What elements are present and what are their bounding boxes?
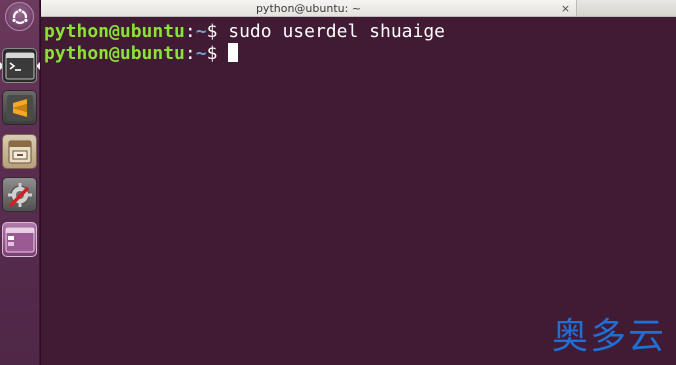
launcher-terminal[interactable]: [2, 48, 37, 83]
dash-button[interactable]: [5, 2, 34, 31]
launcher-system-settings[interactable]: [2, 177, 37, 212]
workspace-switcher-icon: [5, 227, 34, 252]
launcher-workspace-switcher[interactable]: [2, 222, 37, 257]
prompt-separator: :: [184, 43, 196, 64]
prompt-path: ~: [195, 43, 207, 64]
terminal-line: python@ubuntu:~$: [44, 43, 676, 65]
launcher-file-manager[interactable]: [2, 134, 37, 169]
close-icon: ×: [560, 2, 571, 15]
close-button[interactable]: ×: [559, 2, 572, 15]
prompt-symbol: $: [206, 21, 218, 42]
settings-tools-icon: [7, 182, 32, 207]
command-text: sudo userdel shuaige: [217, 21, 445, 42]
launcher-sublime-text[interactable]: [2, 90, 37, 125]
command-text: [217, 43, 228, 64]
prompt-symbol: $: [206, 43, 218, 64]
desktop-screen: python@ubuntu: ~ × python@ubuntu:~$ sudo…: [0, 0, 676, 365]
file-cabinet-icon: [8, 140, 31, 163]
adjacent-window-titlebar[interactable]: [576, 0, 676, 17]
ubuntu-logo-icon: [11, 7, 28, 24]
sublime-text-icon: [6, 94, 33, 121]
terminal-view[interactable]: python@ubuntu:~$ sudo userdel shuaige py…: [41, 17, 676, 365]
window-title: python@ubuntu: ~: [255, 2, 362, 15]
terminal-line: python@ubuntu:~$ sudo userdel shuaige: [44, 21, 676, 43]
prompt-user: python@ubuntu: [44, 21, 185, 42]
watermark-logo: 奥多云: [551, 316, 666, 357]
text-cursor: [228, 43, 239, 62]
prompt-separator: :: [184, 21, 196, 42]
prompt-user: python@ubuntu: [44, 43, 185, 64]
window-titlebar[interactable]: python@ubuntu: ~ ×: [41, 0, 576, 17]
terminal-icon: [5, 52, 34, 79]
unity-launcher: [0, 0, 40, 365]
prompt-path: ~: [195, 21, 207, 42]
